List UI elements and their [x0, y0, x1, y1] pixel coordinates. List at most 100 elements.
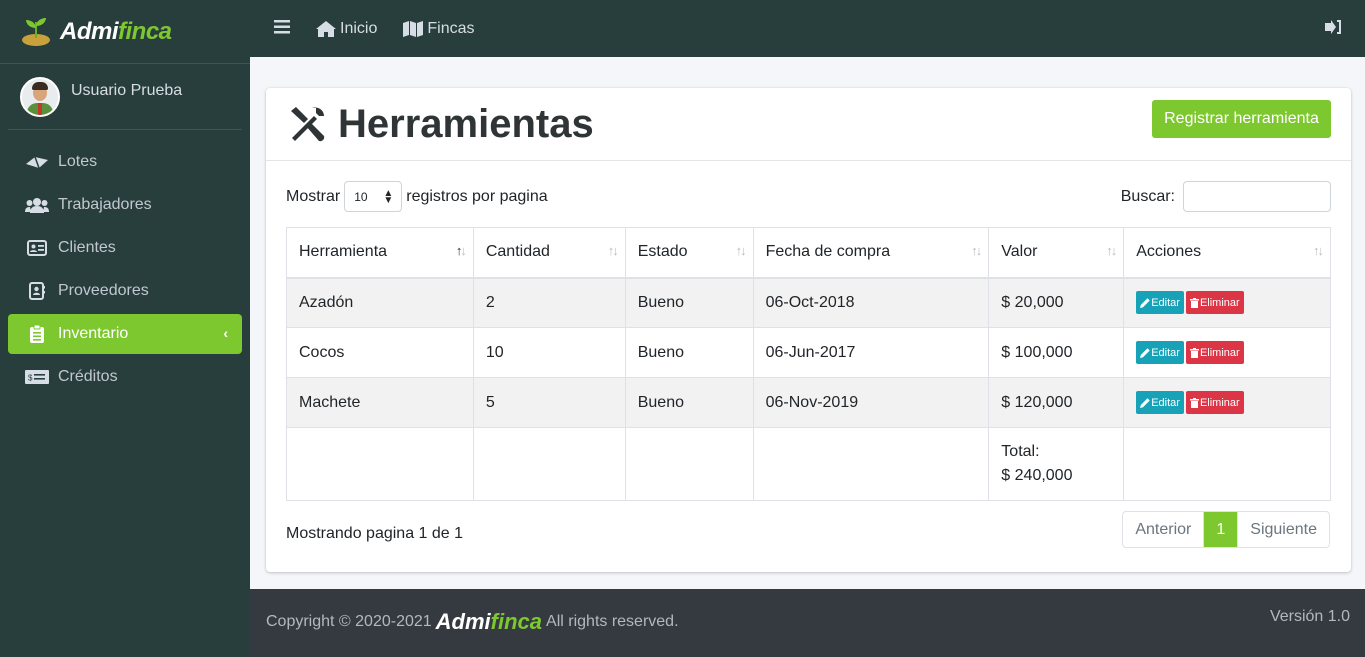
show-label: Mostrar — [286, 187, 341, 205]
sort-icon: ↑↓ — [1106, 243, 1117, 258]
svg-text:$: $ — [28, 374, 33, 383]
chevron-left-icon: ‹ — [223, 325, 228, 341]
column-header-cantidad[interactable]: Cantidad ↑↓ — [472, 227, 626, 279]
nav-link-fincas[interactable]: Fincas — [403, 20, 474, 38]
delete-button[interactable]: Eliminar — [1185, 341, 1244, 364]
cell-tool: Azadón — [286, 277, 474, 328]
clipboard-icon — [25, 325, 49, 343]
sidebar-item-lotes[interactable]: Lotes — [8, 142, 242, 182]
cell-value: $ 20,000 — [988, 277, 1125, 328]
sidebar-nav: Lotes Trabajadores Clientes Proveedores … — [0, 142, 250, 397]
table-row: Machete 5 Bueno 06-Nov-2019 $ 120,000 Ed… — [286, 377, 1331, 428]
id-card-icon — [25, 239, 49, 257]
sidebar-item-trabajadores[interactable]: Trabajadores — [8, 185, 242, 225]
sidebar-item-label: Lotes — [58, 153, 98, 170]
page-length-select[interactable]: 10 ▲ ▼ — [344, 181, 403, 212]
avatar — [20, 76, 60, 117]
trash-icon — [1189, 347, 1199, 358]
total-value: $ 240,000 — [1001, 467, 1073, 484]
sidebar-item-label: Trabajadores — [58, 196, 152, 213]
brand-name: Admifinca — [60, 17, 172, 45]
total-cell: Total: $ 240,000 — [988, 427, 1125, 501]
pencil-icon — [1140, 397, 1150, 408]
pencil-icon — [1140, 347, 1150, 358]
cell-qty: 5 — [472, 377, 626, 428]
cell-value: $ 100,000 — [988, 327, 1125, 378]
column-header-herramienta[interactable]: Herramienta ↑↓ — [286, 227, 474, 279]
cell-actions: Editar Eliminar — [1123, 377, 1331, 428]
sidebar-item-proveedores[interactable]: Proveedores — [8, 271, 242, 311]
sidebar-item-label: Inventario — [58, 325, 129, 342]
user-name: Usuario Prueba — [71, 81, 183, 99]
money-bill-icon: $ — [25, 368, 49, 386]
leaf-logo-icon — [18, 16, 54, 48]
address-book-icon — [25, 282, 49, 300]
page-length: Mostrar 10 ▲ ▼ registros por pagina — [286, 181, 548, 212]
rights-text: All rights reserved. — [546, 613, 679, 630]
cell-tool: Machete — [286, 377, 474, 428]
search-input[interactable] — [1183, 181, 1331, 212]
edit-button[interactable]: Editar — [1136, 341, 1184, 364]
trash-icon — [1189, 297, 1199, 308]
sidebar-item-creditos[interactable]: $ Créditos — [8, 357, 242, 397]
user-panel[interactable]: Usuario Prueba — [8, 64, 242, 130]
footer: Copyright © 2020-2021 Admifinca All righ… — [250, 589, 1365, 657]
cell-date: 06-Oct-2018 — [752, 277, 990, 328]
sort-icon: ↑↓ — [735, 243, 747, 258]
nav-link-inicio[interactable]: Inicio — [316, 20, 377, 38]
pagination-page-1[interactable]: 1 — [1203, 512, 1238, 547]
logout-icon[interactable] — [1325, 20, 1341, 39]
column-header-estado[interactable]: Estado ↑↓ — [624, 227, 754, 279]
table-row: Azadón 2 Bueno 06-Oct-2018 $ 20,000 Edit… — [286, 277, 1331, 328]
trash-icon — [1189, 397, 1199, 408]
pagination-next[interactable]: Siguiente — [1237, 512, 1329, 547]
search: Buscar: — [1121, 181, 1331, 212]
sort-icon: ↑↓ — [455, 243, 467, 258]
cell-value: $ 120,000 — [988, 377, 1125, 428]
sort-icon: ↑↓ — [971, 243, 982, 258]
users-icon — [25, 196, 49, 214]
version-text: Versión 1.0 — [1269, 608, 1350, 625]
column-header-fecha[interactable]: Fecha de compra ↑↓ — [752, 227, 990, 279]
edit-button[interactable]: Editar — [1136, 391, 1184, 414]
sidebar: Admifinca Usuario Prueba Lotes Trabajado… — [0, 0, 250, 657]
map-icon — [403, 20, 424, 37]
map-icon — [25, 153, 49, 171]
delete-button[interactable]: Eliminar — [1185, 291, 1244, 315]
cell-qty: 2 — [472, 277, 626, 328]
pagination-prev[interactable]: Anterior — [1123, 512, 1203, 547]
cell-state: Bueno — [624, 327, 754, 378]
sidebar-item-inventario[interactable]: Inventario ‹ — [8, 314, 242, 354]
cell-date: 06-Nov-2019 — [752, 377, 990, 428]
column-header-valor[interactable]: Valor ↑↓ — [988, 227, 1125, 279]
copyright-text: Copyright © 2020-2021 — [266, 613, 432, 630]
sidebar-item-clientes[interactable]: Clientes — [8, 228, 242, 268]
register-tool-button[interactable]: Registrar herramienta — [1152, 100, 1331, 138]
cell-qty: 10 — [472, 327, 626, 378]
tools-table: Herramienta ↑↓ Cantidad ↑↓ Estado ↑↓ Fecha … — [286, 227, 1331, 501]
total-label: Total: — [1001, 443, 1040, 460]
table-row: Cocos 10 Bueno 06-Jun-2017 $ 100,000 Edi… — [286, 327, 1331, 378]
tools-icon — [286, 104, 328, 146]
pagination: Anterior 1 Siguiente — [1122, 511, 1330, 548]
cell-tool: Cocos — [286, 327, 474, 378]
column-header-acciones[interactable]: Acciones ↑↓ — [1123, 227, 1331, 279]
footer-logo: Admifinca — [435, 609, 543, 634]
nav-link-label: Fincas — [427, 19, 475, 37]
brand-logo[interactable]: Admifinca — [0, 0, 250, 64]
cell-actions: Editar Eliminar — [1123, 277, 1331, 328]
sidebar-item-label: Proveedores — [58, 282, 149, 299]
total-row: Total: $ 240,000 — [286, 427, 1331, 501]
delete-button[interactable]: Eliminar — [1185, 391, 1244, 414]
sort-icon: ↑↓ — [607, 243, 619, 258]
cell-actions: Editar Eliminar — [1123, 327, 1331, 378]
table-controls: Mostrar 10 ▲ ▼ registros por pagina Busca… — [286, 181, 1331, 212]
sidebar-item-label: Clientes — [58, 239, 116, 256]
cell-date: 06-Jun-2017 — [752, 327, 990, 378]
page-title: Herramientas — [286, 102, 594, 147]
hamburger-menu-icon[interactable] — [274, 17, 290, 40]
sidebar-item-label: Créditos — [58, 368, 118, 385]
pencil-icon — [1140, 298, 1150, 308]
table-info: Mostrando pagina 1 de 1 — [286, 525, 464, 542]
edit-button[interactable]: Editar — [1136, 291, 1184, 315]
